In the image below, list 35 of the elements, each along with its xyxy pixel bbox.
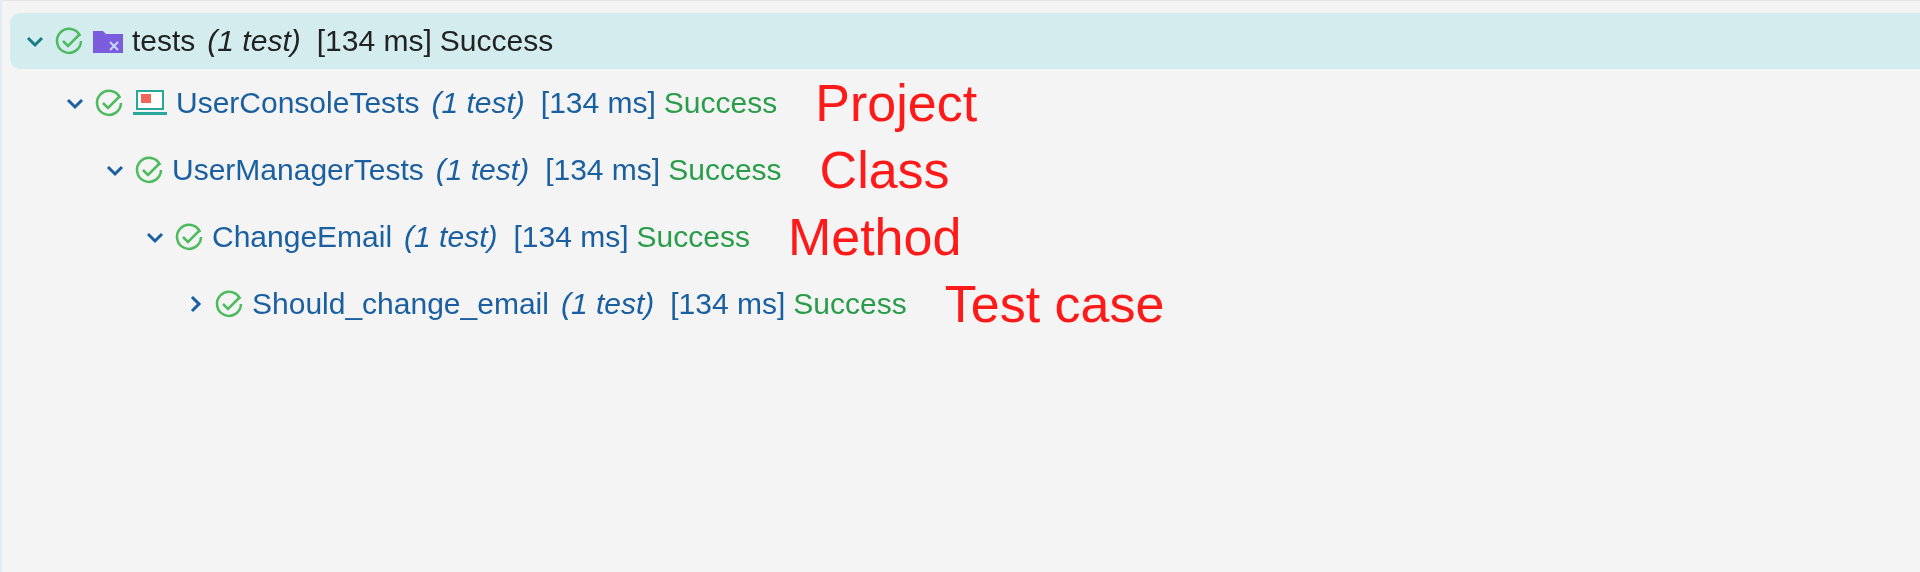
laptop-icon xyxy=(132,88,168,117)
duration: [134 ms] xyxy=(670,286,786,321)
duration: [134 ms] xyxy=(513,219,629,254)
node-name: tests xyxy=(132,24,196,58)
status-text: Success xyxy=(439,24,554,58)
status-text: Success xyxy=(636,219,750,254)
tree-row[interactable]: UserManagerTests (1 test) [134 ms] Success Class xyxy=(10,136,1920,203)
test-count: (1 test) xyxy=(431,85,525,120)
node-name: UserConsoleTests xyxy=(176,85,420,120)
test-count: (1 test) xyxy=(560,286,655,321)
duration: [134 ms] xyxy=(316,24,432,58)
tree-row[interactable]: Should_change_email (1 test) [134 ms] Success Test case xyxy=(10,270,1920,337)
node-name: UserManagerTests xyxy=(172,152,424,187)
status-text: Success xyxy=(668,152,782,187)
node-name: Should_change_email xyxy=(252,286,549,321)
status-text: Success xyxy=(663,85,778,120)
check-circle-icon xyxy=(174,221,204,252)
annotation-label: Class xyxy=(819,143,950,196)
test-count: (1 test) xyxy=(435,152,530,187)
duration: [134 ms] xyxy=(545,152,661,187)
check-circle-icon xyxy=(134,154,164,185)
node-name: ChangeEmail xyxy=(212,219,393,254)
tree-row[interactable]: ChangeEmail (1 test) [134 ms] Success Method xyxy=(10,203,1920,270)
check-circle-icon xyxy=(214,288,244,319)
annotation-label: Method xyxy=(787,210,962,263)
test-count: (1 test) xyxy=(404,219,498,254)
check-circle-icon xyxy=(54,26,84,56)
annotation-label: Test case xyxy=(944,277,1165,330)
duration: [134 ms] xyxy=(540,85,656,120)
status-text: Success xyxy=(793,286,907,321)
folder-icon xyxy=(92,28,124,54)
tree-row[interactable]: tests (1 test) [134 ms] Success xyxy=(10,13,1920,69)
tree-row[interactable]: UserConsoleTests (1 test) [134 ms] Success Project xyxy=(10,69,1920,136)
test-count: (1 test) xyxy=(207,24,301,58)
check-circle-icon xyxy=(94,87,124,118)
